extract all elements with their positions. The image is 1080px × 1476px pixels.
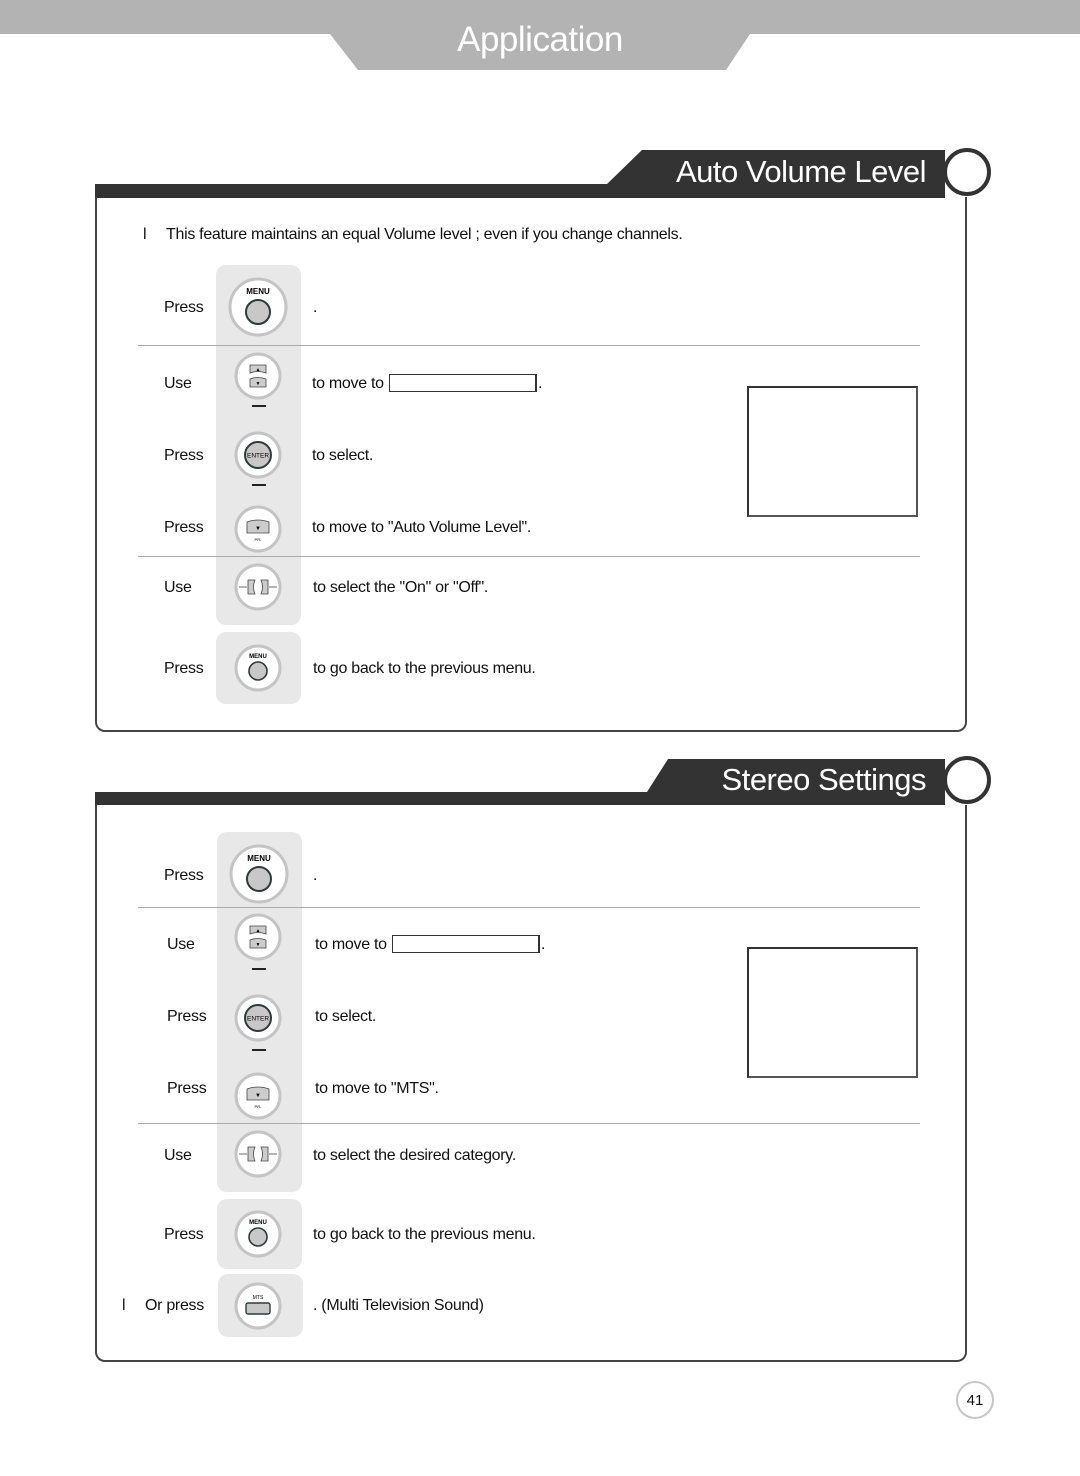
svg-text:▲: ▲ xyxy=(256,928,261,934)
divider xyxy=(138,1123,920,1124)
svg-text:MENU: MENU xyxy=(249,654,267,660)
left-right-button-icon xyxy=(234,1130,282,1178)
step-text: to go back to the previous menu. xyxy=(313,660,536,677)
menu-button-icon: MENU xyxy=(228,277,288,337)
step-text: to move to "Auto Volume Level". xyxy=(312,519,532,536)
screen-preview-box xyxy=(747,947,918,1078)
step-verb: Press xyxy=(164,447,204,464)
step-text: . (Multi Television Sound) xyxy=(313,1297,484,1314)
svg-text:ENTER: ENTER xyxy=(247,453,269,460)
menu-button-icon: MENU xyxy=(234,644,282,692)
section-title: Auto Volume Level xyxy=(675,154,927,189)
svg-text:▼: ▼ xyxy=(256,942,261,948)
step-text: to select. xyxy=(315,1008,377,1025)
step-verb: Press xyxy=(164,1226,204,1243)
step-verb: Use xyxy=(164,579,192,596)
svg-text:ENTER: ENTER xyxy=(247,1016,269,1023)
step-text: to select the desired category. xyxy=(313,1147,516,1164)
down-button-icon: ▼ PR- xyxy=(234,505,282,553)
svg-text:MENU: MENU xyxy=(247,854,271,863)
divider xyxy=(138,556,920,557)
step-verb: Press xyxy=(164,519,204,536)
step-verb: Use xyxy=(164,375,192,392)
enter-button-icon: ENTER xyxy=(234,994,282,1042)
dash-separator xyxy=(252,405,266,407)
svg-text:MTS: MTS xyxy=(253,1295,264,1301)
step-verb: Press xyxy=(164,660,204,677)
dash-separator xyxy=(252,484,266,486)
step-verb: Press xyxy=(167,1008,207,1025)
step-text: to select. xyxy=(312,447,374,464)
step-text: to move to "MTS". xyxy=(315,1080,439,1097)
bullet: l xyxy=(122,1297,126,1314)
step-text-suffix: . xyxy=(538,375,543,392)
svg-text:▲: ▲ xyxy=(256,367,261,373)
up-down-button-icon: ▲ ▼ xyxy=(234,352,282,400)
intro-text: This feature maintains an equal Volume l… xyxy=(166,226,683,243)
down-button-icon: ▼ PR- xyxy=(234,1072,282,1120)
menu-name-field xyxy=(392,935,540,953)
dash-separator xyxy=(252,1049,266,1051)
svg-text:▼: ▼ xyxy=(256,381,261,387)
bullet: l xyxy=(143,226,147,243)
step-text: to move to xyxy=(312,375,384,392)
section-title: Stereo Settings xyxy=(721,762,927,797)
svg-text:MENU: MENU xyxy=(246,287,270,296)
enter-button-icon: ENTER xyxy=(234,431,282,479)
step-text: to move to xyxy=(315,936,387,953)
menu-name-field xyxy=(389,374,537,392)
svg-text:PR-: PR- xyxy=(255,1104,263,1109)
step-text: . xyxy=(313,867,318,884)
step-verb: Or press xyxy=(145,1297,204,1314)
svg-text:MENU: MENU xyxy=(249,1220,267,1226)
svg-text:▼: ▼ xyxy=(255,1093,261,1099)
svg-text:PR-: PR- xyxy=(255,537,263,542)
menu-button-icon: MENU xyxy=(229,844,289,904)
dash-separator xyxy=(252,968,266,970)
divider xyxy=(138,345,920,346)
divider xyxy=(138,907,920,908)
step-verb: Press xyxy=(164,299,204,316)
step-verb: Press xyxy=(164,867,204,884)
step-text: . xyxy=(313,299,318,316)
up-down-button-icon: ▲ ▼ xyxy=(234,913,282,961)
mts-button-icon: MTS xyxy=(234,1282,282,1330)
step-verb: Use xyxy=(164,1147,192,1164)
chapter-title: Application xyxy=(457,20,623,59)
screen-preview-box xyxy=(747,386,918,517)
left-right-button-icon xyxy=(234,563,282,611)
step-text-suffix: . xyxy=(541,936,546,953)
step-verb: Press xyxy=(167,1080,207,1097)
step-verb: Use xyxy=(167,936,195,953)
menu-button-icon: MENU xyxy=(234,1210,282,1258)
step-text: to go back to the previous menu. xyxy=(313,1226,536,1243)
page-number: 41 xyxy=(956,1381,994,1419)
svg-text:▼: ▼ xyxy=(255,526,261,532)
step-text: to select the "On" or "Off". xyxy=(313,579,488,596)
